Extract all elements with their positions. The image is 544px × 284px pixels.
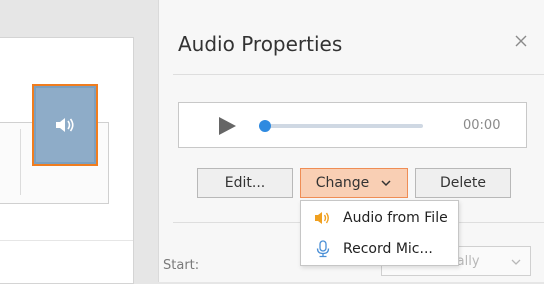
change-button[interactable]: Change xyxy=(300,168,408,198)
change-button-label: Change xyxy=(315,175,370,191)
progress-track[interactable] xyxy=(263,124,423,128)
edit-button[interactable]: Edit... xyxy=(197,168,293,198)
progress-thumb[interactable] xyxy=(259,120,271,132)
close-button[interactable] xyxy=(512,33,530,51)
audio-properties-panel: Audio Properties 00:00 Edit... Change De… xyxy=(158,0,544,282)
start-label: Start: xyxy=(163,258,200,273)
frame-divider xyxy=(20,129,21,195)
menu-item-audio-from-file[interactable]: Audio from File xyxy=(301,203,458,233)
header-divider xyxy=(173,74,544,75)
delete-button-label: Delete xyxy=(440,175,486,191)
play-icon xyxy=(219,117,236,135)
menu-item-record-mic[interactable]: Record Mic... xyxy=(301,234,458,264)
audio-object-face[interactable] xyxy=(36,88,94,162)
panel-title: Audio Properties xyxy=(178,32,343,56)
menu-item-label: Record Mic... xyxy=(343,241,433,257)
slide-canvas xyxy=(0,0,158,284)
change-dropdown-menu: Audio from File Record Mic... xyxy=(300,200,459,266)
chevron-down-icon xyxy=(381,180,391,187)
time-display: 00:00 xyxy=(463,118,501,133)
microphone-icon xyxy=(316,240,330,258)
close-icon xyxy=(515,35,527,47)
play-button[interactable] xyxy=(217,116,237,136)
audio-object[interactable] xyxy=(32,84,98,166)
edit-button-label: Edit... xyxy=(224,175,266,191)
slide-divider xyxy=(0,240,133,241)
speaker-icon xyxy=(56,118,74,132)
speaker-icon xyxy=(315,212,329,224)
menu-item-label: Audio from File xyxy=(343,210,448,226)
audio-player: 00:00 xyxy=(178,102,527,148)
chevron-down-icon xyxy=(511,259,521,265)
delete-button[interactable]: Delete xyxy=(415,168,511,198)
